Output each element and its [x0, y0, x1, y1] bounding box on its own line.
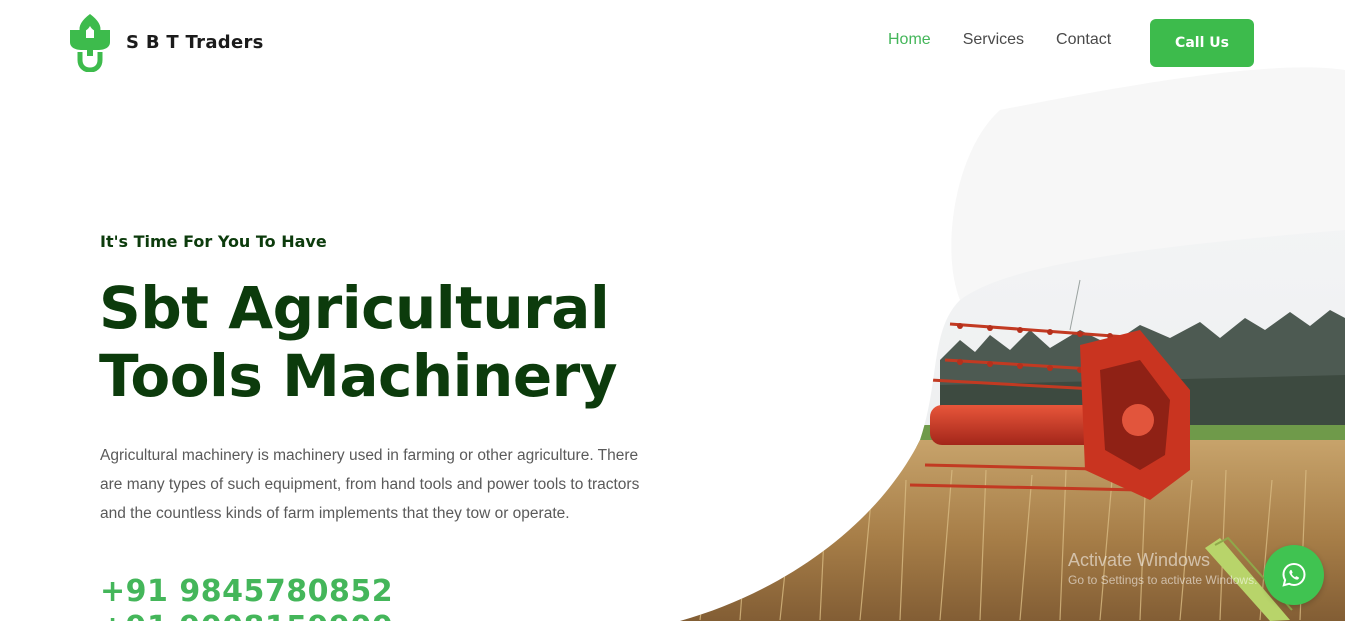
activation-watermark: Activate Windows Go to Settings to activ…	[1068, 550, 1257, 587]
hero-headline: Sbt Agricultural Tools Machinery	[99, 274, 699, 410]
main-nav: Home Services Contact	[888, 31, 1111, 49]
whatsapp-icon	[1282, 562, 1306, 587]
page: S B T Traders Home Services Contact Call…	[0, 0, 1345, 621]
nav-contact[interactable]: Contact	[1056, 31, 1111, 49]
headline-line-2: Tools Machinery	[99, 342, 618, 410]
watermark-subtitle: Go to Settings to activate Windows.	[1068, 573, 1258, 587]
hero-kicker: It's Time For You To Have	[100, 232, 327, 251]
brand[interactable]: S B T Traders	[68, 12, 264, 72]
nav-home[interactable]: Home	[888, 31, 931, 49]
hero-description: Agricultural machinery is machinery used…	[100, 447, 640, 522]
nav-services[interactable]: Services	[963, 31, 1024, 49]
leaf-plug-icon	[70, 14, 110, 72]
whatsapp-button[interactable]	[1264, 545, 1324, 605]
watermark-title: Activate Windows	[1068, 550, 1211, 570]
phone-number-primary[interactable]: +91 9845780852	[100, 574, 393, 609]
headline-line-1: Sbt Agricultural	[99, 274, 610, 342]
call-us-button[interactable]: Call Us	[1150, 19, 1254, 67]
brand-name: S B T Traders	[126, 31, 264, 53]
phone-number-secondary[interactable]: +91 9008159900	[100, 610, 393, 621]
